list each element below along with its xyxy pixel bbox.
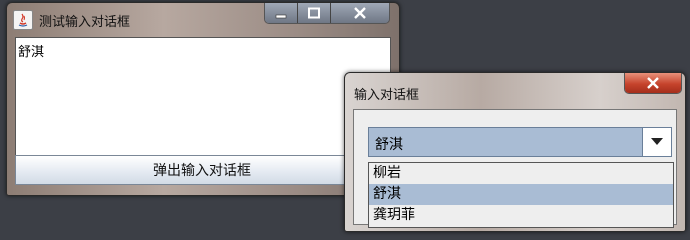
- maximize-icon: [308, 7, 320, 19]
- combo-dropdown-list: 柳岩 舒淇 龚玥菲: [368, 162, 674, 228]
- chevron-down-icon: [651, 138, 663, 145]
- close-button[interactable]: [331, 3, 389, 23]
- dialog-window-controls: [624, 73, 682, 94]
- close-icon: [354, 7, 366, 19]
- dialog-close-button[interactable]: [625, 73, 681, 93]
- dialog-title: 输入对话框: [354, 88, 420, 103]
- input-dialog: 输入对话框 舒淇 柳岩 舒淇 龚玥菲: [344, 72, 686, 232]
- window-controls: [264, 3, 390, 24]
- java-app-icon: [13, 10, 33, 30]
- main-window: 测试输入对话框 舒淇 弹出输入对话框: [6, 2, 400, 196]
- dialog-content: 舒淇 柳岩 舒淇 龚玥菲: [353, 109, 677, 228]
- result-text-area[interactable]: 舒淇: [15, 37, 391, 157]
- name-combo-box[interactable]: 舒淇: [368, 127, 672, 157]
- maximize-button[interactable]: [298, 3, 331, 23]
- close-icon: [647, 77, 659, 89]
- minimize-icon: [275, 14, 287, 19]
- dropdown-option[interactable]: 龚玥菲: [369, 205, 673, 226]
- main-title-bar[interactable]: 测试输入对话框: [7, 3, 399, 35]
- combo-dropdown-button[interactable]: [642, 128, 671, 156]
- dropdown-option[interactable]: 柳岩: [369, 163, 673, 184]
- result-text: 舒淇: [18, 45, 45, 60]
- main-window-title: 测试输入对话框: [39, 15, 131, 30]
- combo-selected-value: 舒淇: [375, 137, 403, 153]
- dropdown-option-selected[interactable]: 舒淇: [369, 184, 673, 205]
- popup-input-dialog-button[interactable]: 弹出输入对话框: [15, 155, 389, 185]
- minimize-button[interactable]: [265, 3, 298, 23]
